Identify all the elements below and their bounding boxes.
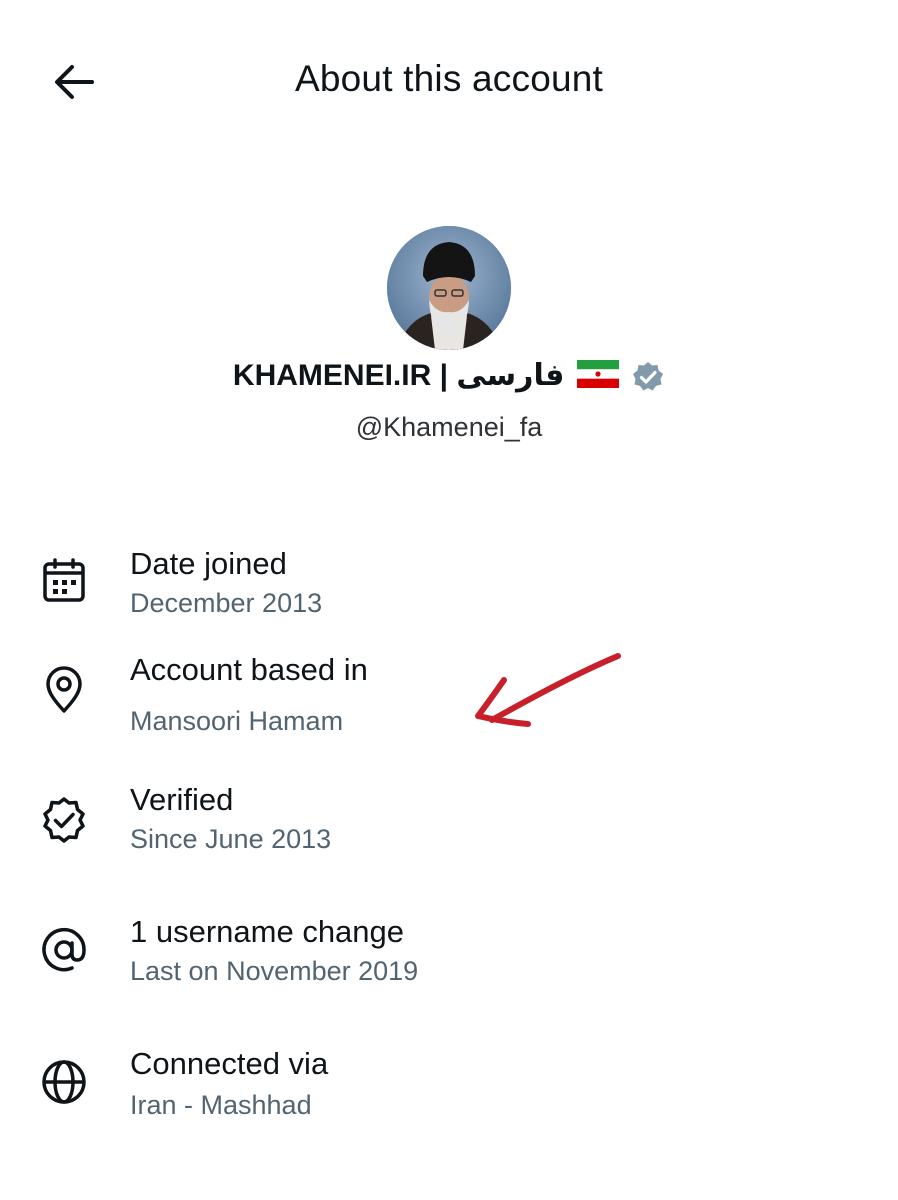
verified-seal-icon: [43, 797, 85, 843]
location-pin-icon: [46, 666, 82, 713]
display-name-row: KHAMENEI.IR | فارسی: [0, 358, 898, 402]
iran-flag-icon: [576, 360, 619, 396]
row-label: Verified: [130, 782, 234, 817]
row-verified: Verified Since June 2013: [0, 780, 898, 870]
globe-icon: [42, 1060, 86, 1104]
row-label: Date joined: [130, 546, 287, 581]
calendar-icon: [43, 558, 85, 602]
username-handle: @Khamenei_fa: [355, 412, 543, 442]
avatar[interactable]: [387, 226, 511, 350]
row-account-based-in: Account based in Mansoori Hamam: [0, 648, 898, 738]
row-label: Account based in: [130, 652, 368, 687]
row-label: Connected via: [130, 1046, 329, 1081]
row-value: Iran - Mashhad: [130, 1090, 312, 1120]
row-value: Last on November 2019: [130, 956, 419, 986]
row-connected-via: Connected via Iran - Mashhad: [0, 1044, 898, 1134]
verified-badge-icon[interactable]: [631, 360, 665, 402]
row-date-joined: Date joined December 2013: [0, 540, 898, 630]
row-value: Since June 2013: [130, 824, 332, 854]
at-sign-icon: [42, 927, 86, 972]
row-label: 1 username change: [130, 914, 405, 949]
annotation-arrow-icon: [475, 653, 621, 727]
page-title: About this account: [294, 58, 604, 99]
row-username-change: 1 username change Last on November 2019: [0, 912, 898, 1002]
row-value: December 2013: [130, 588, 323, 618]
display-name: KHAMENEI.IR | فارسی: [232, 359, 565, 392]
row-value: Mansoori Hamam: [130, 706, 344, 736]
header: About this account: [0, 0, 898, 160]
